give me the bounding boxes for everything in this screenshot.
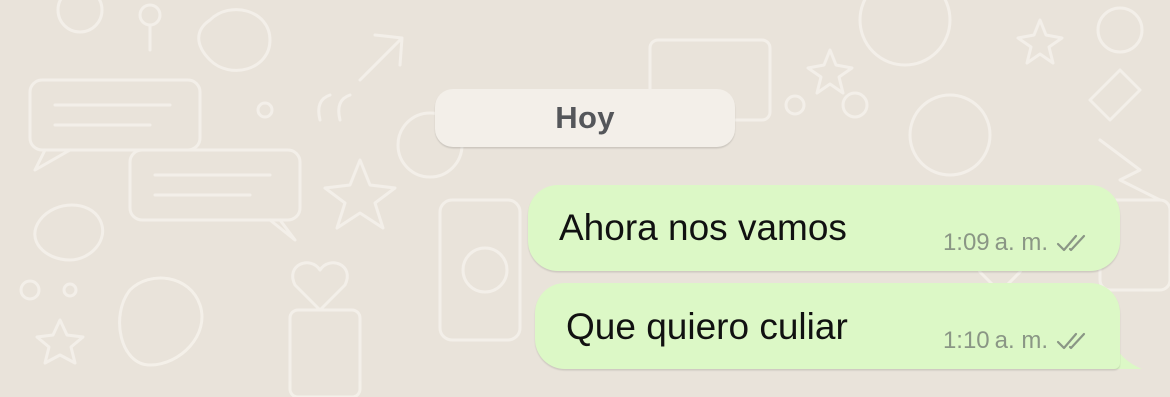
date-separator-label: Hoy [555,100,615,135]
message-bubble-outgoing[interactable]: Que quiero culiar 1:10 a. m. [535,283,1120,369]
message-meta: 1:09 a. m. [943,229,1090,257]
message-text: Ahora nos vamos [559,207,847,248]
message-meta: 1:10 a. m. [943,327,1090,355]
message-ampm: a. m. [994,229,1048,256]
message-time: 1:10 [942,327,990,354]
message-ampm: a. m. [994,327,1048,354]
double-check-icon [1056,234,1086,252]
message-time: 1:09 [942,229,990,256]
double-check-icon [1056,332,1086,350]
message-bubble-outgoing[interactable]: Ahora nos vamos 1:09 a. m. [528,185,1120,271]
date-separator: Hoy [435,89,735,147]
message-text: Que quiero culiar [566,306,848,347]
